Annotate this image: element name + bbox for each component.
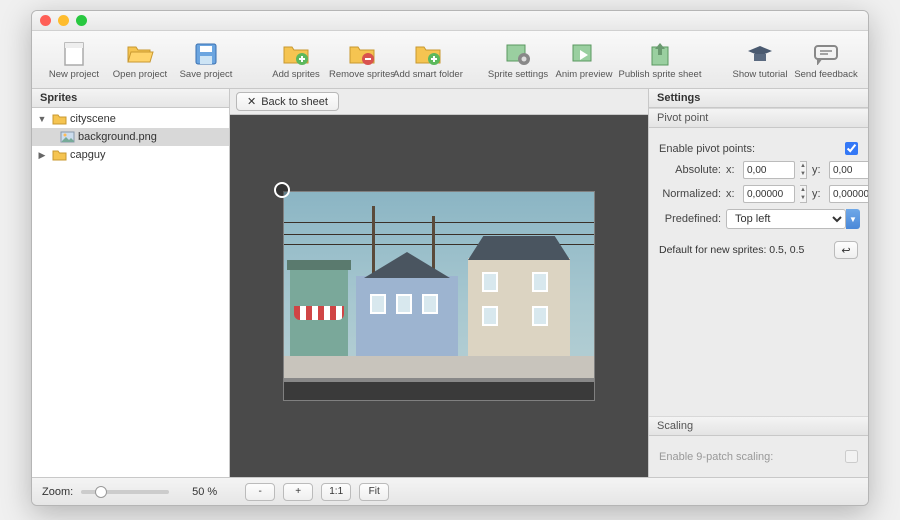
anim-preview-label: Anim preview [555,69,612,80]
canvas-panel: ✕ Back to sheet [230,89,648,477]
open-project-button[interactable]: Open project [108,37,172,83]
sprites-panel-title: Sprites [32,89,229,108]
tree-item-capguy[interactable]: ▶ capguy [32,146,229,164]
add-smart-folder-label: Add smart folder [393,69,463,80]
sprite-canvas[interactable] [230,115,648,477]
add-smart-folder-button[interactable]: Add smart folder [396,37,460,83]
status-bar: Zoom: 50 % - + 1:1 Fit [32,477,868,505]
zoom-fit-button[interactable]: Fit [359,483,389,501]
normalized-x-input[interactable] [743,185,795,203]
settings-panel: Settings Pivot point Enable pivot points… [648,89,868,477]
show-tutorial-label: Show tutorial [733,69,788,80]
predefined-label: Predefined: [659,213,721,225]
image-file-icon [59,130,75,144]
new-project-button[interactable]: New project [42,37,106,83]
canvas-toolbar: ✕ Back to sheet [230,89,648,115]
disclosure-triangle-icon[interactable]: ▼ [36,114,48,124]
enable-9patch-label: Enable 9-patch scaling: [659,451,840,463]
predefined-select[interactable]: Top left [726,209,846,229]
zoom-in-button[interactable]: + [283,483,313,501]
disclosure-triangle-icon[interactable]: ▶ [36,150,48,161]
pivot-point-marker[interactable] [274,182,290,198]
settings-panel-title: Settings [649,89,868,108]
sprites-tree[interactable]: ▼ cityscene background.png ▶ capguy [32,108,229,477]
sprites-sidebar: Sprites ▼ cityscene background.png ▶ cap… [32,89,230,477]
remove-sprites-label: Remove sprites [329,69,395,80]
sprite-settings-icon [504,40,532,68]
publish-button[interactable]: Publish sprite sheet [618,37,702,83]
save-icon [192,40,220,68]
add-sprites-icon [282,40,310,68]
sprite-settings-button[interactable]: Sprite settings [486,37,550,83]
normalized-y-input[interactable] [829,185,869,203]
folder-icon [51,112,67,126]
tree-item-cityscene[interactable]: ▼ cityscene [32,110,229,128]
tree-item-label: capguy [70,149,105,161]
send-feedback-button[interactable]: Send feedback [794,37,858,83]
default-pivot-label: Default for new sprites: 0.5, 0.5 [659,244,829,256]
tree-item-background[interactable]: background.png [32,128,229,146]
tree-item-label: cityscene [70,113,116,125]
publish-label: Publish sprite sheet [619,69,702,80]
back-to-sheet-label: Back to sheet [261,96,328,108]
x-label: x: [726,164,738,176]
zoom-out-button[interactable]: - [245,483,275,501]
folder-icon [51,148,67,162]
stepper[interactable]: ▲▼ [800,185,807,203]
maximize-window-button[interactable] [76,15,87,26]
close-x-icon: ✕ [247,95,256,108]
remove-sprites-icon [348,40,376,68]
show-tutorial-button[interactable]: Show tutorial [728,37,792,83]
sprite-settings-label: Sprite settings [488,69,548,80]
minimize-window-button[interactable] [58,15,69,26]
pivot-section-header: Pivot point [649,108,868,128]
close-window-button[interactable] [40,15,51,26]
absolute-y-input[interactable] [829,161,869,179]
tutorial-icon [746,40,774,68]
absolute-label: Absolute: [659,164,721,176]
reset-icon: ↩ [841,244,850,257]
normalized-label: Normalized: [659,188,721,200]
tree-item-label: background.png [78,131,157,143]
zoom-actual-button[interactable]: 1:1 [321,483,351,501]
feedback-icon [812,40,840,68]
x-label: x: [726,188,738,200]
add-sprites-button[interactable]: Add sprites [264,37,328,83]
zoom-value: 50 % [177,486,217,498]
absolute-x-input[interactable] [743,161,795,179]
zoom-label: Zoom: [42,486,73,498]
stepper[interactable]: ▲▼ [800,161,807,179]
back-to-sheet-button[interactable]: ✕ Back to sheet [236,92,339,111]
enable-pivot-checkbox[interactable] [845,142,858,155]
publish-icon [646,40,674,68]
y-label: y: [812,188,824,200]
zoom-slider[interactable] [81,490,169,494]
scaling-section-header: Scaling [649,416,868,436]
anim-preview-button[interactable]: Anim preview [552,37,616,83]
new-project-label: New project [49,69,99,80]
save-project-label: Save project [180,69,233,80]
titlebar [32,11,868,31]
main-toolbar: New project Open project Save project Ad… [32,31,868,89]
anim-preview-icon [570,40,598,68]
remove-sprites-button[interactable]: Remove sprites [330,37,394,83]
save-project-button[interactable]: Save project [174,37,238,83]
new-project-icon [60,40,88,68]
smart-folder-icon [414,40,442,68]
add-sprites-label: Add sprites [272,69,320,80]
open-project-label: Open project [113,69,167,80]
enable-pivot-label: Enable pivot points: [659,143,840,155]
app-window: New project Open project Save project Ad… [31,10,869,506]
folder-open-icon [126,40,154,68]
reset-pivot-button[interactable]: ↩ [834,241,858,259]
sprite-preview-image [284,192,594,400]
slider-thumb[interactable] [95,486,107,498]
dropdown-arrow-icon[interactable]: ▼ [846,209,860,229]
enable-9patch-checkbox[interactable] [845,450,858,463]
y-label: y: [812,164,824,176]
send-feedback-label: Send feedback [794,69,857,80]
